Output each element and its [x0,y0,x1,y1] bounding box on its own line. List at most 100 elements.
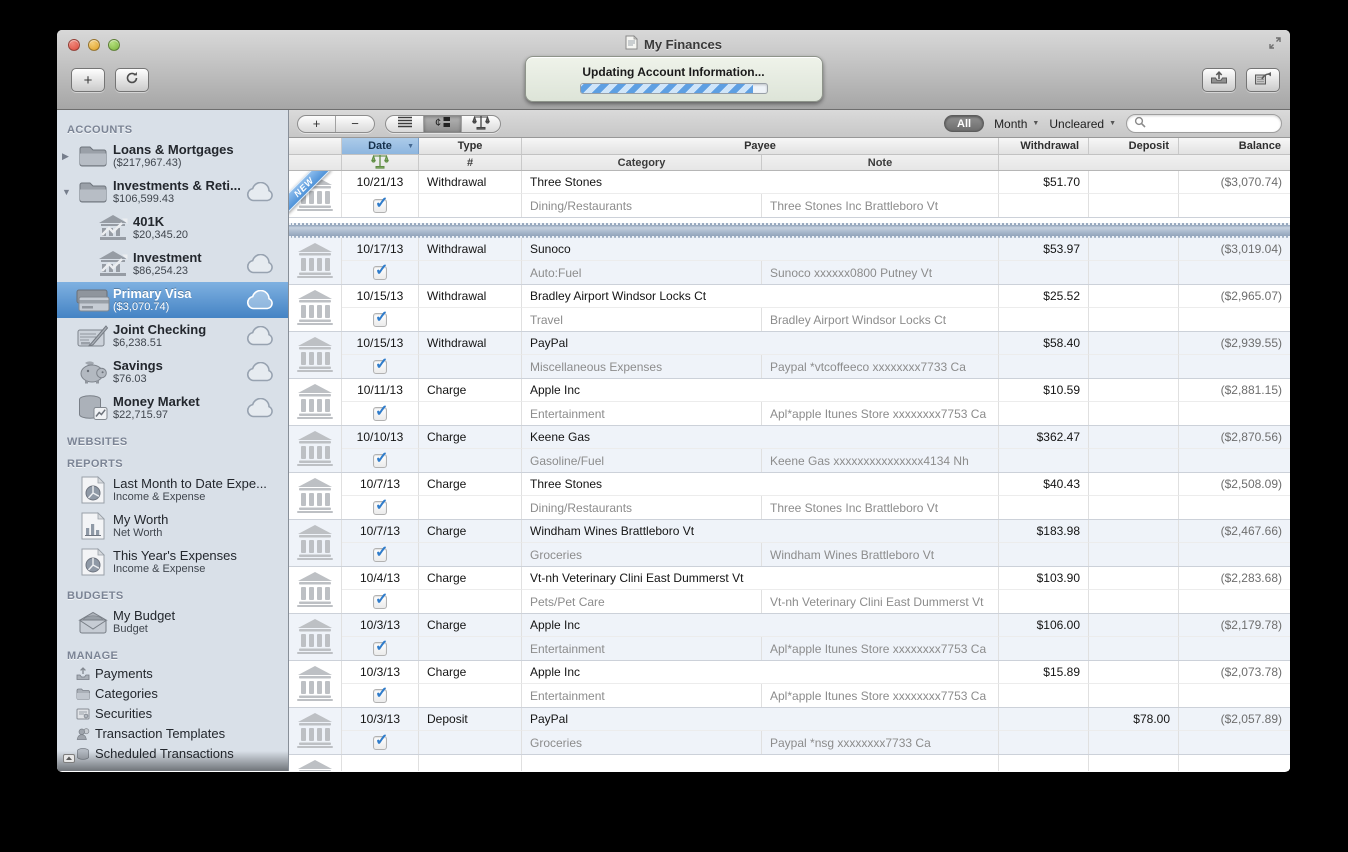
disclosure-triangle-icon[interactable]: ▶ [62,138,73,174]
transaction-row[interactable]: NEW 10/21/13 Withdrawal Three Stones $51… [289,171,1290,218]
sidebar-item-joint-checking[interactable]: Joint Checking $6,238.51 [57,318,288,354]
payee-column-header[interactable]: Payee [522,138,999,154]
txn-withdrawal: $53.97 [999,238,1089,261]
date-column-header[interactable]: Date▼ [342,138,419,154]
cleared-checkbox[interactable] [373,407,387,421]
sidebar-item-primary-visa[interactable]: Primary Visa ($3,070.74) [57,282,288,318]
note-column-header[interactable]: Note [762,155,999,170]
fullscreen-icon[interactable] [1267,37,1283,53]
import-button[interactable] [1202,68,1236,92]
disclosure-triangle-icon[interactable] [62,210,73,246]
month-filter-dropdown[interactable]: Month▼ [994,117,1039,131]
transaction-row[interactable]: NEW 10/7/13 Charge Three Stones $40.43 (… [289,473,1290,520]
sidebar-item-investments-reti[interactable]: ▼ Investments & Reti... $106,599.43 [57,174,288,210]
list-view-button[interactable] [386,116,424,132]
disclosure-triangle-icon[interactable]: ▼ [62,174,73,210]
deposit-column-header[interactable]: Deposit [1089,138,1179,154]
disclosure-triangle-icon[interactable] [62,390,73,426]
panel-toggle-button[interactable] [63,750,75,768]
cleared-checkbox[interactable] [373,501,387,515]
report-pie-icon [75,548,111,576]
titlebar[interactable]: My Finances [57,30,1290,58]
disclosure-triangle-icon[interactable] [62,604,73,640]
transaction-row[interactable]: NEW 10/10/13 Charge Keene Gas $362.47 ($… [289,426,1290,473]
txn-date: 10/3/13 [342,708,419,731]
refresh-button[interactable] [115,68,149,92]
txn-payee: Three Stones [522,171,999,194]
disclosure-triangle-icon[interactable] [62,472,73,508]
sidebar-item-transaction-templates[interactable]: Transaction Templates [57,724,288,744]
disclosure-triangle-icon[interactable] [62,544,73,580]
transaction-row[interactable]: NEW 10/4/13 Charge Vt-nh Veterinary Clin… [289,567,1290,614]
add-account-button[interactable]: + [71,68,105,92]
cleared-checkbox[interactable] [373,595,387,609]
sidebar-item-my-worth[interactable]: My Worth Net Worth [57,508,288,544]
sidebar-item-categories[interactable]: Categories [57,684,288,704]
transaction-list[interactable]: NEW 10/21/13 Withdrawal Three Stones $51… [289,171,1290,771]
transaction-row[interactable]: NEW 10/17/13 Withdrawal Sunoco $53.97 ($… [289,238,1290,285]
disclosure-triangle-icon[interactable] [62,664,73,684]
cleared-checkbox[interactable] [373,689,387,703]
reconcile-view-button[interactable] [462,116,500,132]
search-field[interactable] [1126,114,1282,133]
add-transaction-button[interactable]: + [298,116,336,132]
type-column-header[interactable]: Type [419,138,522,154]
transaction-row[interactable]: NEW 10/7/13 Charge Windham Wines Brattle… [289,520,1290,567]
number-column-header[interactable]: # [419,155,522,170]
cleared-checkbox[interactable] [373,548,387,562]
txn-date: 10/17/13 [342,238,419,261]
disclosure-triangle-icon[interactable] [62,282,73,318]
txn-payee: Bradley Airport Windsor Locks Ct [522,285,999,308]
cleared-checkbox[interactable] [373,454,387,468]
disclosure-triangle-icon[interactable] [62,246,73,282]
cleared-checkbox[interactable] [373,313,387,327]
balance-column-header[interactable]: Balance [1179,138,1290,154]
search-input[interactable] [1150,117,1274,131]
filter-all-button[interactable]: All [944,115,984,132]
uncleared-filter-dropdown[interactable]: Uncleared▼ [1049,117,1116,131]
detail-view-button[interactable]: ¢ [424,116,462,132]
cleared-checkbox[interactable] [373,199,387,213]
disclosure-triangle-icon[interactable] [62,704,73,724]
sidebar-item-investment[interactable]: Investment $86,254.23 [57,246,288,282]
sidebar-item-this-year-s-expenses[interactable]: This Year's Expenses Income & Expense [57,544,288,580]
withdrawal-column-header[interactable]: Withdrawal [999,138,1089,154]
disclosure-triangle-icon[interactable] [62,354,73,390]
sidebar-item-last-month-to-date-expe[interactable]: Last Month to Date Expe... Income & Expe… [57,472,288,508]
txn-note: Vt-nh Veterinary Clini East Dummerst Vt [762,590,999,613]
txn-number-cell [419,194,522,217]
disclosure-triangle-icon[interactable] [62,684,73,704]
sidebar-item-savings[interactable]: Savings $76.03 [57,354,288,390]
transaction-icon-cell: NEW [289,379,342,425]
sidebar-item-payments[interactable]: Payments [57,664,288,684]
sidebar-item-loans-mortgages[interactable]: ▶ Loans & Mortgages ($217,967.43) [57,138,288,174]
transaction-row[interactable]: NEW 10/15/13 Withdrawal Bradley Airport … [289,285,1290,332]
window-title: My Finances [644,37,722,52]
sidebar-item-401k[interactable]: 401K $20,345.20 [57,210,288,246]
disclosure-triangle-icon[interactable] [62,318,73,354]
transaction-row[interactable]: NEW 10/11/13 Charge Apple Inc $10.59 ($2… [289,379,1290,426]
transaction-row[interactable]: NEW 10/3/13 Deposit PayPal $78.00 ($2,05… [289,708,1290,755]
sidebar-item-securities[interactable]: Securities [57,704,288,724]
transaction-row[interactable]: NEW 10/15/13 Withdrawal PayPal $58.40 ($… [289,332,1290,379]
cleared-checkbox[interactable] [373,736,387,750]
sidebar-item-scheduled-transactions[interactable]: Scheduled Transactions [57,744,288,764]
cleared-checkbox[interactable] [373,642,387,656]
txn-empty-cell [1089,684,1179,707]
txn-empty-cell [999,194,1089,217]
sidebar-item-my-budget[interactable]: My Budget Budget [57,604,288,640]
transaction-row[interactable]: NEW 10/3/13 Charge Apple Inc $106.00 ($2… [289,614,1290,661]
remove-transaction-button[interactable]: − [336,116,374,132]
sidebar-item-money-market[interactable]: Money Market $22,715.97 [57,390,288,426]
cleared-checkbox[interactable] [373,266,387,280]
transaction-row[interactable]: NEW 10/3/13 Charge Apple Inc $15.89 ($2,… [289,661,1290,708]
cleared-checkbox[interactable] [373,360,387,374]
disclosure-triangle-icon[interactable] [62,724,73,744]
sidebar-section: BUDGETS My Budget Budget [57,590,288,640]
export-button[interactable] [1246,68,1280,92]
category-column-header[interactable]: Category [522,155,762,170]
txn-type [419,755,522,771]
transaction-row[interactable]: NEW [289,755,1290,771]
disclosure-triangle-icon[interactable] [62,508,73,544]
cleared-column-header[interactable] [342,155,419,170]
